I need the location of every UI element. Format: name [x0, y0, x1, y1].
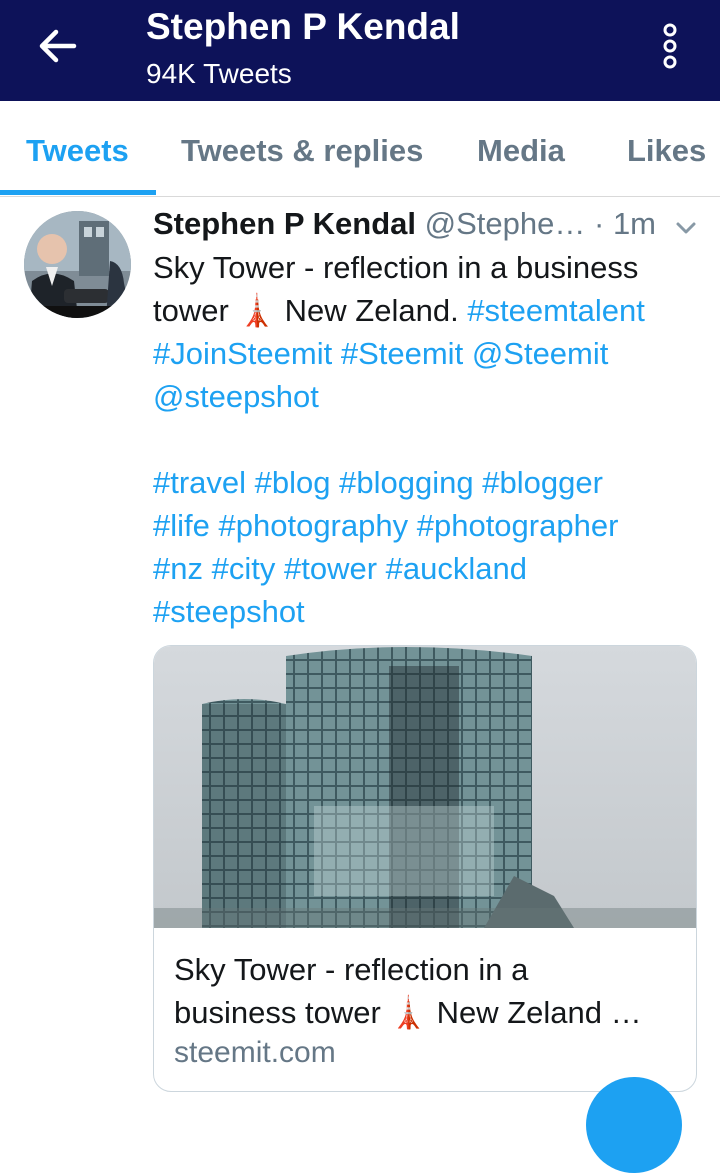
tweet-line-7: #nz #city #tower #auckland	[153, 547, 713, 590]
hashtag-link[interactable]: #Steemit	[341, 336, 463, 371]
tweet-line-5: #travel #blog #blogging #blogger	[153, 461, 713, 504]
chevron-down-icon	[676, 222, 696, 234]
vertical-dots-icon	[663, 23, 677, 69]
profile-tabs: Tweets Tweets & replies Media Likes	[0, 101, 720, 197]
tweet-line-3: #JoinSteemit #Steemit @Steemit	[153, 332, 713, 375]
hashtag-link[interactable]: #blog	[255, 465, 331, 500]
hashtag-link[interactable]: #photography	[219, 508, 409, 543]
link-preview-card[interactable]: Sky Tower - reflection in a business tow…	[153, 645, 697, 1092]
card-domain: steemit.com	[174, 1036, 336, 1069]
hashtag-link[interactable]: #blogger	[482, 465, 603, 500]
hashtag-link[interactable]: #steepshot	[153, 594, 305, 629]
hashtag-link[interactable]: #steemtalent	[467, 293, 645, 328]
arrow-left-icon	[39, 29, 77, 63]
hashtag-link[interactable]: #tower	[284, 551, 377, 586]
tweet-time[interactable]: 1m	[613, 206, 656, 241]
hashtag-link[interactable]: #nz	[153, 551, 203, 586]
compose-tweet-button[interactable]	[586, 1077, 682, 1173]
tweet-line-4: @steepshot	[153, 375, 713, 418]
card-title-line-1: Sky Tower - reflection in a	[174, 952, 529, 987]
tab-tweets-and-replies[interactable]: Tweets & replies	[181, 133, 423, 169]
hashtag-link[interactable]: #city	[212, 551, 276, 586]
hashtag-link[interactable]: #JoinSteemit	[153, 336, 332, 371]
tweet-header: Stephen P Kendal @Stephe… · 1m	[153, 206, 656, 242]
separator-dot: ·	[593, 206, 605, 241]
back-button[interactable]	[34, 26, 82, 66]
tab-likes[interactable]: Likes	[627, 133, 706, 169]
profile-name: Stephen P Kendal	[146, 6, 460, 47]
card-title-line-2: business tower 🗼 New Zeland …	[174, 991, 684, 1034]
avatar[interactable]	[24, 211, 131, 318]
tweet-count: 94K Tweets	[146, 58, 292, 89]
mention-link[interactable]: @Steemit	[472, 336, 609, 371]
tweet-text-segment: New Zeland.	[276, 293, 468, 328]
card-title-segment: business tower	[174, 995, 390, 1030]
hashtag-link[interactable]: #auckland	[386, 551, 527, 586]
tower-emoji: 🗼	[237, 293, 277, 328]
tweet-line-2: tower 🗼 New Zeland. #steemtalent	[153, 289, 713, 332]
author-handle[interactable]: @Stephe…	[425, 206, 586, 241]
card-image[interactable]	[154, 646, 696, 928]
active-tab-indicator	[0, 190, 156, 195]
author-name[interactable]: Stephen P Kendal	[153, 206, 416, 241]
hashtag-link[interactable]: #travel	[153, 465, 246, 500]
mention-link[interactable]: @steepshot	[153, 379, 319, 414]
tab-tweets[interactable]: Tweets	[26, 133, 129, 169]
tweet-menu-button[interactable]	[672, 216, 700, 240]
hashtag-link[interactable]: #life	[153, 508, 210, 543]
tab-media[interactable]: Media	[477, 133, 565, 169]
more-options-button[interactable]	[656, 22, 684, 72]
hashtag-link[interactable]: #blogging	[339, 465, 473, 500]
top-app-bar: Stephen P Kendal 94K Tweets	[0, 0, 720, 101]
card-title: Sky Tower - reflection in a business tow…	[174, 948, 684, 1034]
card-title-segment: New Zeland …	[428, 995, 642, 1030]
tweet-line-1: Sky Tower - reflection in a business	[153, 250, 639, 285]
tower-emoji: 🗼	[389, 995, 428, 1030]
tweet-text-segment: tower	[153, 293, 229, 328]
tweet-text: Sky Tower - reflection in a business tow…	[153, 246, 713, 633]
hashtag-link[interactable]: #photographer	[417, 508, 619, 543]
tweet-line-8: #steepshot	[153, 590, 713, 633]
tweet-line-6: #life #photography #photographer	[153, 504, 713, 547]
